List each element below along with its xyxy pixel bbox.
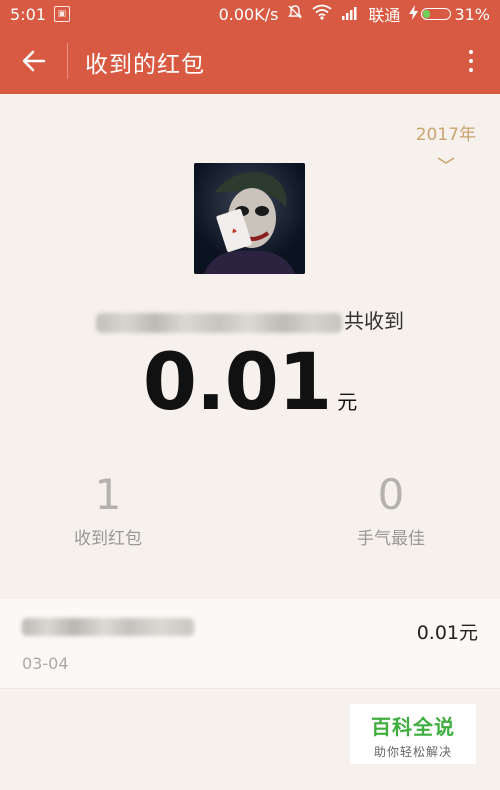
stat-value: 1	[94, 470, 122, 519]
battery-fill	[423, 10, 431, 18]
status-bar: 5:01 ▣ 0.00K/s 联通 31%	[0, 0, 500, 28]
more-menu-button[interactable]	[460, 42, 482, 80]
amount-value: 0.01	[142, 338, 332, 428]
avatar: ♠	[194, 163, 305, 274]
total-amount: 0.01 元	[0, 338, 500, 428]
charging-icon	[409, 4, 419, 24]
avatar-image: ♠	[194, 163, 305, 274]
mute-icon	[287, 4, 303, 24]
status-time: 5:01	[10, 4, 46, 24]
carrier-name: 联通	[368, 6, 401, 25]
stat-best-luck: 0 手气最佳	[311, 470, 471, 550]
status-right-group: 0.00K/s 联通 31%	[219, 2, 490, 26]
record-sender-blurred	[22, 618, 194, 636]
network-speed: 0.00K/s	[218, 4, 279, 24]
year-label: 2017年	[415, 125, 476, 145]
back-button[interactable]	[14, 44, 54, 78]
battery-icon	[421, 8, 452, 20]
more-vertical-icon-dot	[469, 68, 473, 72]
chevron-down-icon	[437, 157, 455, 164]
arrow-left-icon	[22, 50, 46, 72]
stat-value: 0	[377, 470, 405, 519]
amount-unit: 元	[337, 390, 358, 414]
year-selector[interactable]: 2017年	[416, 120, 476, 165]
battery-percent: 31%	[454, 4, 490, 24]
stat-received-count: 1 收到红包	[28, 470, 188, 550]
app-bar: 收到的红包	[0, 28, 500, 94]
watermark-title: 百科全说	[371, 715, 455, 739]
sim-card-icon: ▣	[53, 6, 70, 22]
sender-name-blurred	[96, 312, 342, 333]
page-title: 收到的红包	[85, 52, 205, 78]
list-item[interactable]: 03-04 0.01元	[0, 597, 500, 689]
watermark-logo: 百科全说 助你轻松解决	[350, 704, 476, 764]
signal-icon	[341, 5, 359, 24]
record-date: 03-04	[22, 654, 69, 673]
app-bar-divider	[67, 43, 68, 79]
wifi-icon	[312, 4, 332, 24]
more-vertical-icon-dot	[469, 59, 473, 63]
sender-line: 共收到	[0, 305, 500, 334]
watermark-subtitle: 助你轻松解决	[373, 745, 452, 759]
more-vertical-icon	[469, 50, 473, 54]
stat-label: 收到红包	[74, 529, 142, 549]
record-amount: 0.01元	[416, 622, 478, 644]
received-label: 共收到	[344, 309, 404, 333]
stat-label: 手气最佳	[357, 529, 425, 549]
battery-indicator: 31%	[409, 4, 490, 24]
